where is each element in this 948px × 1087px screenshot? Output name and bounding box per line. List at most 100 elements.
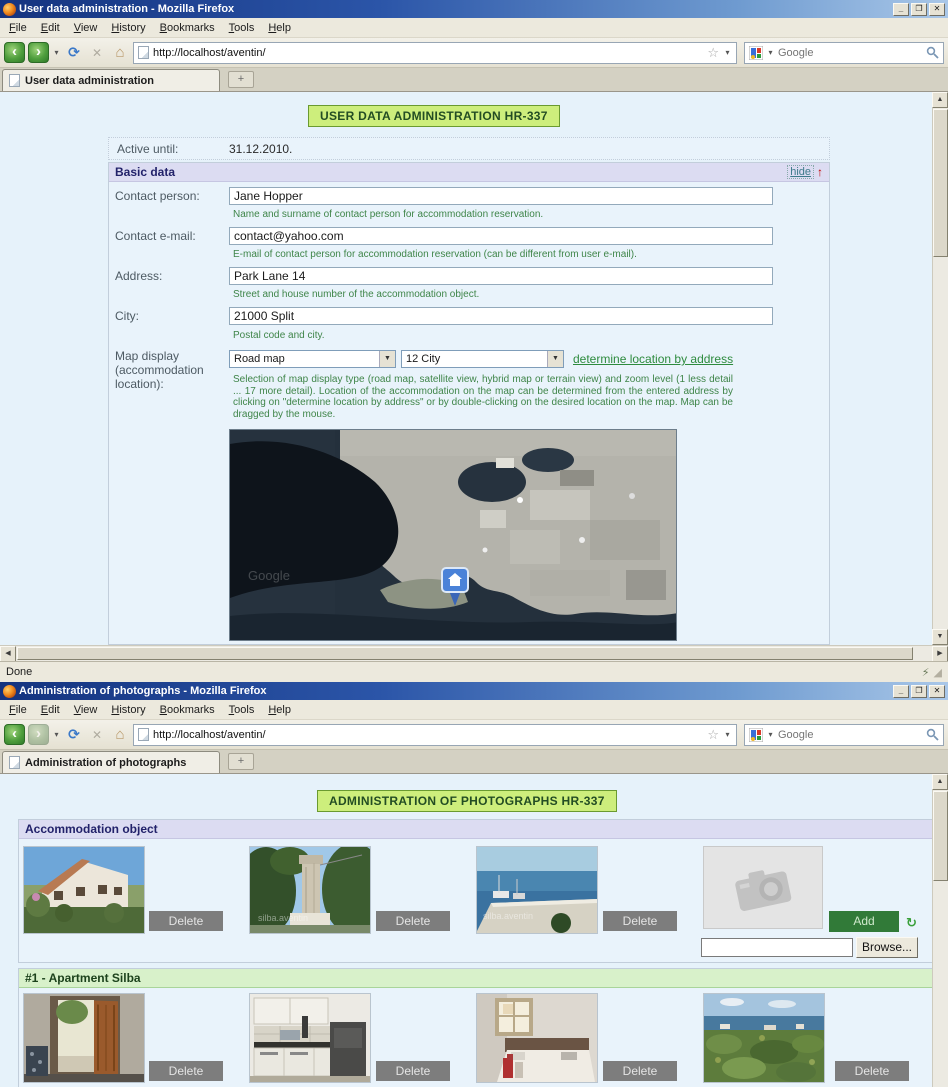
search-engine-dropdown-arrow-icon[interactable]: ▾ <box>766 48 775 57</box>
delete-button[interactable]: Delete <box>376 1061 450 1081</box>
map-image[interactable]: Google <box>229 429 677 641</box>
restore-button[interactable]: ❐ <box>911 685 927 698</box>
menu-item-help[interactable]: Help <box>261 19 298 37</box>
url-bar[interactable]: ☆ ▾ <box>133 42 737 64</box>
delete-button[interactable]: Delete <box>149 1061 223 1081</box>
titlebar[interactable]: User data administration - Mozilla Firef… <box>0 0 948 18</box>
scroll-thumb[interactable] <box>17 647 913 660</box>
camera-icon <box>730 864 796 912</box>
contact-email-input[interactable] <box>229 227 773 245</box>
menu-item-history[interactable]: History <box>104 701 152 719</box>
bookmark-star-icon[interactable]: ☆ <box>707 46 719 59</box>
upload-refresh-arrow-icon[interactable]: ↻ <box>906 915 917 931</box>
map-zoom-select[interactable]: 12 City ▼ <box>401 350 564 368</box>
minimize-button[interactable]: _ <box>893 3 909 16</box>
titlebar[interactable]: Administration of photographs - Mozilla … <box>0 682 948 700</box>
menu-item-help[interactable]: Help <box>261 701 298 719</box>
stop-button[interactable]: ✕ <box>87 46 107 60</box>
search-magnifier-icon[interactable] <box>926 728 939 741</box>
new-tab-button[interactable]: + <box>228 71 254 88</box>
collapse-up-arrow-icon[interactable]: ↑ <box>817 165 823 179</box>
history-dropdown-arrow-icon[interactable]: ▾ <box>52 730 61 739</box>
active-until-value: 31.12.2010. <box>229 142 292 156</box>
search-input[interactable] <box>778 729 923 741</box>
menu-item-bookmarks[interactable]: Bookmarks <box>153 19 222 37</box>
menu-item-history[interactable]: History <box>104 19 152 37</box>
menu-item-file[interactable]: File <box>2 701 34 719</box>
scroll-up-button[interactable]: ▲ <box>932 92 948 108</box>
select-arrow-icon[interactable]: ▼ <box>379 351 395 367</box>
browse-button[interactable]: Browse... <box>856 937 918 958</box>
minimize-button[interactable]: _ <box>893 685 909 698</box>
back-button[interactable]: ‹ <box>4 724 25 745</box>
home-button[interactable]: ⌂ <box>110 726 130 743</box>
add-button[interactable]: Add <box>829 911 899 932</box>
resize-grip[interactable]: ◢ <box>934 666 942 679</box>
search-input[interactable] <box>778 47 923 59</box>
stop-button[interactable]: ✕ <box>87 728 107 742</box>
tab-administration-of-photographs[interactable]: Administration of photographs <box>2 751 220 773</box>
delete-button[interactable]: Delete <box>603 911 677 931</box>
search-engine-dropdown-arrow-icon[interactable]: ▾ <box>766 730 775 739</box>
menu-item-file[interactable]: File <box>2 19 34 37</box>
address-help: Street and house number of the accommoda… <box>233 289 479 300</box>
vertical-scrollbar[interactable]: ▲ ▼ <box>932 92 948 645</box>
determine-location-link[interactable]: determine location by address <box>573 352 733 366</box>
forward-button[interactable]: › <box>28 724 49 745</box>
address-input[interactable] <box>229 267 773 285</box>
scroll-right-button[interactable]: ▶ <box>932 646 948 662</box>
scroll-left-button[interactable]: ◀ <box>0 646 16 662</box>
search-bar[interactable]: ▾ <box>744 42 944 64</box>
url-input[interactable] <box>153 47 703 59</box>
menu-item-bookmarks[interactable]: Bookmarks <box>153 701 222 719</box>
tab-user-data-administration[interactable]: User data administration <box>2 69 220 91</box>
scroll-thumb[interactable] <box>933 791 948 881</box>
new-tab-button[interactable]: + <box>228 753 254 770</box>
refresh-button[interactable]: ⟳ <box>64 44 84 61</box>
scroll-thumb[interactable] <box>933 109 948 257</box>
hide-link[interactable]: hide <box>787 165 814 179</box>
forward-button[interactable]: › <box>28 42 49 63</box>
back-button[interactable]: ‹ <box>4 42 25 63</box>
bookmark-star-icon[interactable]: ☆ <box>707 728 719 741</box>
menu-item-edit[interactable]: Edit <box>34 19 67 37</box>
satellite-map: Google <box>230 430 677 641</box>
map-attribution: Google <box>248 568 290 583</box>
delete-button[interactable]: Delete <box>376 911 450 931</box>
statusbar-addon-icon[interactable]: ⚡ <box>922 666 930 679</box>
history-dropdown-arrow-icon[interactable]: ▾ <box>52 48 61 57</box>
search-bar[interactable]: ▾ <box>744 724 944 746</box>
menu-item-edit[interactable]: Edit <box>34 701 67 719</box>
delete-button[interactable]: Delete <box>835 1061 909 1081</box>
menu-item-tools[interactable]: Tools <box>222 701 262 719</box>
search-magnifier-icon[interactable] <box>926 46 939 59</box>
url-dropdown-arrow-icon[interactable]: ▾ <box>723 48 732 57</box>
url-input[interactable] <box>153 729 703 741</box>
close-button[interactable]: ✕ <box>929 685 945 698</box>
scroll-up-button[interactable]: ▲ <box>932 774 948 790</box>
menu-item-tools[interactable]: Tools <box>222 19 262 37</box>
horizontal-scrollbar[interactable]: ◀ ▶ <box>0 645 948 661</box>
delete-button[interactable]: Delete <box>603 1061 677 1081</box>
refresh-button[interactable]: ⟳ <box>64 726 84 743</box>
delete-button[interactable]: Delete <box>149 911 223 931</box>
section-title: Accommodation object <box>25 822 158 836</box>
scroll-down-button[interactable]: ▼ <box>932 629 948 645</box>
photo-pier: silba.aventin <box>476 846 598 934</box>
menu-item-view[interactable]: View <box>67 701 105 719</box>
status-text: Done <box>6 666 32 678</box>
url-dropdown-arrow-icon[interactable]: ▾ <box>723 730 732 739</box>
city-input[interactable] <box>229 307 773 325</box>
section-header: #1 - Apartment Silba <box>19 969 932 988</box>
map-type-select[interactable]: Road map ▼ <box>229 350 396 368</box>
field-label-map-display: Map display (accommodation location): <box>115 349 225 391</box>
contact-person-input[interactable] <box>229 187 773 205</box>
upload-file-input[interactable] <box>701 938 853 957</box>
restore-button[interactable]: ❐ <box>911 3 927 16</box>
url-bar[interactable]: ☆ ▾ <box>133 724 737 746</box>
vertical-scrollbar[interactable]: ▲ <box>932 774 948 1087</box>
menu-item-view[interactable]: View <box>67 19 105 37</box>
select-arrow-icon[interactable]: ▼ <box>547 351 563 367</box>
home-button[interactable]: ⌂ <box>110 44 130 61</box>
close-button[interactable]: ✕ <box>929 3 945 16</box>
